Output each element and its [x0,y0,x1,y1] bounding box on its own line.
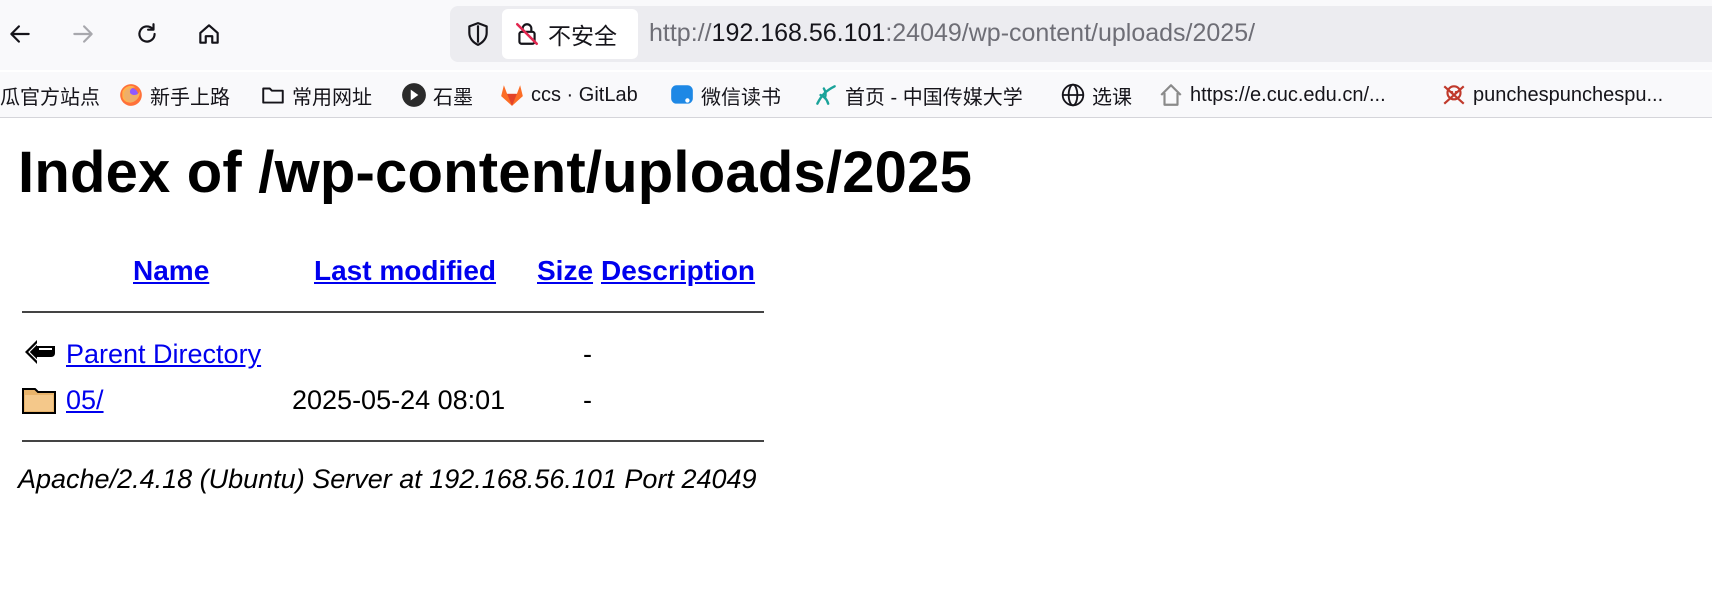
bookmark-label: punchespunchespu... [1473,83,1664,106]
reload-icon [138,23,156,43]
back-button[interactable] [0,14,40,54]
size-cell: - [583,339,592,369]
forward-button[interactable] [63,14,103,54]
gitlab-icon [499,82,525,108]
skull-icon [1441,82,1467,108]
bookmark-getting-started[interactable]: 新手上路 [118,78,230,112]
bookmark-cuc-home[interactable]: 首页 - 中国传媒大学 [813,78,1023,112]
firefox-icon [118,82,144,108]
tracking-protection-button[interactable] [462,18,494,50]
bookmark-label: https://e.cuc.edu.cn/... [1190,83,1386,106]
bookmark-label: 瓜官方站点 [0,86,100,109]
url-scheme: http:// [649,19,712,47]
bookmark-label: ccs · GitLab [531,83,638,106]
house-icon [1158,82,1184,108]
reload-button[interactable] [127,14,167,54]
connection-security-button[interactable]: 不安全 [502,9,638,59]
server-signature: Apache/2.4.18 (Ubuntu) Server at 192.168… [18,464,757,494]
parent-directory-link[interactable]: Parent Directory [66,339,261,370]
column-header-size[interactable]: Size [537,255,593,287]
divider [22,311,764,313]
divider [22,440,764,442]
bookmark-e-cuc[interactable]: https://e.cuc.edu.cn/... [1158,78,1386,112]
size-cell: - [583,385,592,415]
home-button[interactable] [189,14,229,54]
column-header-name[interactable]: Name [133,255,209,287]
folder-icon [22,388,56,414]
weread-icon [669,82,695,108]
arrow-left-icon [10,25,30,43]
browser-toolbar: 不安全 http://192.168.56.101:24049/wp-conte… [0,0,1712,70]
column-header-description[interactable]: Description [601,255,755,287]
bookmark-label: 石墨 [433,86,473,109]
shimo-icon [401,82,427,108]
url-host: 192.168.56.101 [711,19,886,47]
bookmark-label: 常用网址 [292,86,372,109]
back-icon [25,340,55,364]
bookmark-shimo[interactable]: 石墨 [401,78,473,112]
shield-icon [468,22,488,46]
page-title: Index of /wp-content/uploads/2025 [18,140,973,205]
folder-icon [260,82,286,108]
bookmark-label: 选课 [1092,86,1132,109]
url-text[interactable]: http://192.168.56.101:24049/wp-content/u… [649,19,1255,48]
bookmark-punches[interactable]: punchespunchespu... [1441,78,1663,112]
bookmark-label: 微信读书 [701,86,781,109]
globe-icon [1060,82,1086,108]
security-label: 不安全 [548,24,617,50]
bookmark-folder-common-sites[interactable]: 常用网址 [260,78,372,112]
last-modified-cell: 2025-05-24 08:01 [292,385,506,415]
bookmark-label: 新手上路 [150,86,230,109]
home-icon [199,24,219,44]
bookmark-label: 首页 - 中国传媒大学 [845,86,1023,109]
column-header-last-modified[interactable]: Last modified [314,255,496,287]
address-bar[interactable]: 不安全 http://192.168.56.101:24049/wp-conte… [450,6,1712,62]
cuc-icon [813,82,839,108]
page-content: Index of /wp-content/uploads/2025 Name L… [0,119,1712,592]
bookmark-weread[interactable]: 微信读书 [669,78,781,112]
folder-link-05[interactable]: 05/ [66,385,104,416]
insecure-lock-icon [515,22,539,46]
bookmark-gitlab[interactable]: ccs · GitLab [499,78,638,112]
bookmarks-toolbar: 瓜官方站点 新手上路 常用网址 石墨 ccs · GitLab 微信读书 首页 … [0,72,1712,118]
url-path: :24049/wp-content/uploads/2025/ [885,19,1256,47]
bookmark-course-selection[interactable]: 选课 [1060,78,1132,112]
bookmark-official-sites[interactable]: 瓜官方站点 [0,78,100,112]
arrow-right-icon [73,25,93,43]
